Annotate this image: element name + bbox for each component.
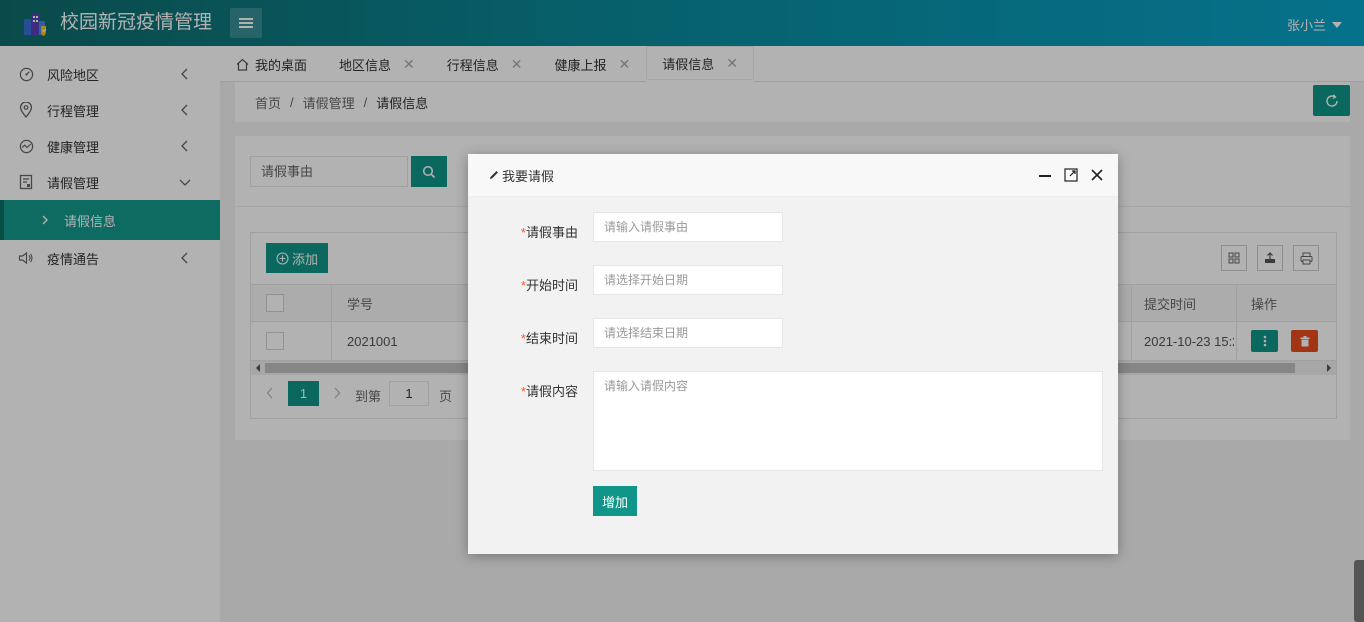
- reason-input[interactable]: 请输入请假事由: [593, 212, 783, 242]
- maximize-icon[interactable]: [1064, 168, 1078, 182]
- dialog-title: 我要请假: [502, 168, 555, 184]
- leave-dialog: 我要请假 *请假事由 请输入请假事由 *开始时间 请选择开始日期 *结束时间 请…: [468, 154, 1118, 554]
- submit-button[interactable]: 增加: [593, 486, 637, 516]
- pencil-icon: [490, 171, 498, 179]
- start-label: *开始时间: [520, 278, 578, 293]
- dialog-header: 我要请假: [468, 154, 1118, 197]
- dialog-body: *请假事由 请输入请假事由 *开始时间 请选择开始日期 *结束时间 请选择结束日…: [468, 197, 1118, 554]
- dialog-controls: [1038, 168, 1104, 182]
- minimize-icon[interactable]: [1038, 168, 1052, 182]
- side-widget[interactable]: [1354, 560, 1364, 622]
- content-label: *请假内容: [520, 384, 578, 399]
- end-label: *结束时间: [520, 331, 578, 346]
- content-textarea[interactable]: 请输入请假内容: [593, 371, 1103, 471]
- start-date-input[interactable]: 请选择开始日期: [593, 265, 783, 295]
- close-icon[interactable]: [1090, 168, 1104, 182]
- reason-label: *请假事由: [520, 225, 578, 240]
- end-date-input[interactable]: 请选择结束日期: [593, 318, 783, 348]
